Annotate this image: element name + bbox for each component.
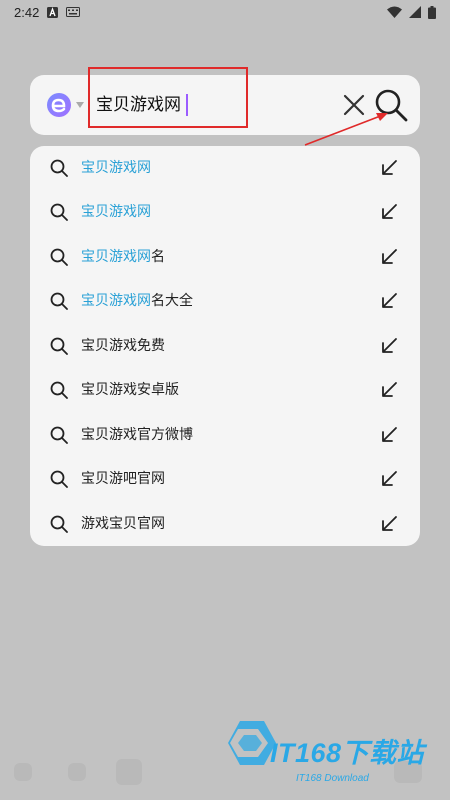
arrow-up-left-icon[interactable] [380, 381, 398, 399]
status-bar: 2:42 [0, 0, 450, 24]
suggestion-text: 宝贝游戏网 [81, 190, 151, 234]
keyboard-icon [66, 7, 81, 17]
suggestion-match-text: 宝贝游戏网 [81, 160, 151, 176]
watermark: IT168下载站 IT168 Download [218, 715, 443, 790]
signal-icon [409, 6, 421, 18]
watermark-subtitle: IT168 Download [296, 773, 369, 784]
watermark-title: IT168下载站 [270, 738, 425, 768]
suggestion-text: 宝贝游戏免费 [81, 324, 165, 368]
search-icon [50, 337, 68, 355]
suggestion-text: 宝贝游戏官方微博 [81, 413, 193, 457]
arrow-up-left-icon[interactable] [380, 248, 398, 266]
a-notification-icon [47, 6, 59, 18]
dock-icon [116, 759, 142, 785]
suggestion-rest-text: 名大全 [151, 293, 193, 309]
suggestion-item[interactable]: 宝贝游戏网名 [30, 235, 420, 279]
suggestion-item[interactable]: 宝贝游戏官方微博 [30, 413, 420, 457]
dock-icon [68, 763, 86, 781]
suggestion-text: 宝贝游吧官网 [81, 457, 165, 501]
search-icon [50, 470, 68, 488]
battery-icon [428, 5, 436, 19]
search-icon [50, 381, 68, 399]
chevron-down-icon[interactable] [76, 102, 84, 108]
suggestion-rest-text: 宝贝游戏安卓版 [81, 382, 179, 398]
arrow-up-left-icon[interactable] [380, 159, 398, 177]
suggestion-item[interactable]: 宝贝游戏免费 [30, 324, 420, 368]
suggestion-item[interactable]: 游戏宝贝官网 [30, 502, 420, 546]
suggestion-item[interactable]: 宝贝游戏网名大全 [30, 279, 420, 323]
arrow-up-left-icon[interactable] [380, 337, 398, 355]
suggestion-item[interactable]: 宝贝游戏网 [30, 190, 420, 234]
suggestion-match-text: 宝贝游戏网 [81, 293, 151, 309]
suggestion-item[interactable]: 宝贝游吧官网 [30, 457, 420, 501]
suggestion-rest-text: 宝贝游戏免费 [81, 338, 165, 354]
search-icon[interactable] [374, 88, 408, 122]
suggestion-text: 宝贝游戏网名 [81, 235, 165, 279]
search-icon [50, 248, 68, 266]
suggestion-match-text: 宝贝游戏网 [81, 249, 151, 265]
arrow-up-left-icon[interactable] [380, 203, 398, 221]
arrow-up-left-icon[interactable] [380, 292, 398, 310]
close-icon[interactable] [343, 94, 365, 116]
suggestion-rest-text: 宝贝游戏官方微博 [81, 427, 193, 443]
suggestion-rest-text: 宝贝游吧官网 [81, 471, 165, 487]
suggestion-item[interactable]: 宝贝游戏网 [30, 146, 420, 190]
suggestion-match-text: 宝贝游戏网 [81, 204, 151, 220]
suggestion-text: 宝贝游戏网名大全 [81, 279, 193, 323]
search-icon [50, 292, 68, 310]
wifi-icon [387, 6, 402, 18]
search-icon [50, 159, 68, 177]
search-icon [50, 515, 68, 533]
status-time: 2:42 [14, 4, 40, 20]
suggestion-text: 宝贝游戏安卓版 [81, 368, 179, 412]
annotation-highlight-box [88, 67, 248, 128]
dock-icon [14, 763, 32, 781]
search-icon [50, 426, 68, 444]
arrow-up-left-icon[interactable] [380, 470, 398, 488]
search-icon [50, 203, 68, 221]
arrow-up-left-icon[interactable] [380, 426, 398, 444]
suggestion-item[interactable]: 宝贝游戏安卓版 [30, 368, 420, 412]
suggestion-list: 宝贝游戏网 宝贝游戏网 宝贝游戏网名 宝贝游戏网名大全 宝贝游戏免费 宝贝游戏安卓版 宝贝游… [30, 146, 420, 546]
suggestion-rest-text: 名 [151, 249, 165, 265]
arrow-up-left-icon[interactable] [380, 515, 398, 533]
suggestion-rest-text: 游戏宝贝官网 [81, 516, 165, 532]
edge-browser-logo-icon[interactable] [46, 92, 72, 118]
suggestion-text: 宝贝游戏网 [81, 146, 151, 190]
suggestion-text: 游戏宝贝官网 [81, 502, 165, 546]
